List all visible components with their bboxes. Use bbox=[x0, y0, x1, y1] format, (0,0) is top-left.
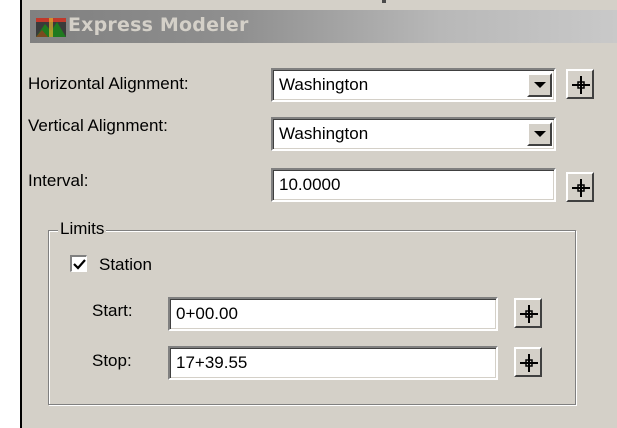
horizontal-alignment-pick-button[interactable] bbox=[566, 69, 594, 99]
chevron-down-icon bbox=[534, 82, 546, 88]
start-station-pick-button[interactable] bbox=[514, 298, 542, 328]
vertical-alignment-dropdown-button[interactable] bbox=[527, 122, 552, 146]
vertical-alignment-select[interactable]: Washington bbox=[271, 117, 556, 151]
interval-label: Interval: bbox=[28, 171, 89, 190]
station-label: Station bbox=[99, 255, 152, 274]
window-top-strip bbox=[22, 0, 617, 8]
interval-input[interactable]: 10.0000 bbox=[271, 168, 556, 202]
chevron-down-icon bbox=[534, 131, 546, 137]
limits-group-label: Limits bbox=[58, 219, 107, 239]
interval-pick-button[interactable] bbox=[566, 172, 594, 202]
top-strip-mark bbox=[382, 0, 386, 3]
checkmark-icon bbox=[73, 259, 86, 270]
start-label: Start: bbox=[92, 301, 133, 320]
start-station-value: 0+00.00 bbox=[176, 304, 238, 323]
window-title: Express Modeler bbox=[68, 14, 249, 36]
express-modeler-window: Express Modeler Horizontal Alignment: Wa… bbox=[20, 0, 617, 428]
stop-station-pick-button[interactable] bbox=[514, 347, 542, 377]
interval-value: 10.0000 bbox=[279, 175, 341, 194]
start-station-input[interactable]: 0+00.00 bbox=[168, 297, 498, 331]
stop-station-input[interactable]: 17+39.55 bbox=[168, 346, 498, 380]
station-checkbox[interactable] bbox=[70, 255, 87, 272]
express-modeler-app-icon bbox=[36, 18, 66, 37]
crosshair-icon bbox=[520, 354, 538, 372]
stop-station-value: 17+39.55 bbox=[176, 353, 248, 372]
stop-label: Stop: bbox=[92, 351, 132, 370]
horizontal-alignment-select[interactable]: Washington bbox=[271, 68, 556, 102]
vertical-alignment-label: Vertical Alignment: bbox=[28, 116, 168, 135]
title-bar[interactable]: Express Modeler bbox=[30, 10, 617, 43]
crosshair-icon bbox=[572, 179, 590, 197]
horizontal-alignment-dropdown-button[interactable] bbox=[527, 73, 552, 97]
horizontal-alignment-value: Washington bbox=[279, 75, 369, 94]
horizontal-alignment-label: Horizontal Alignment: bbox=[28, 74, 189, 93]
vertical-alignment-value: Washington bbox=[279, 124, 369, 143]
crosshair-icon bbox=[572, 76, 590, 94]
crosshair-icon bbox=[520, 305, 538, 323]
